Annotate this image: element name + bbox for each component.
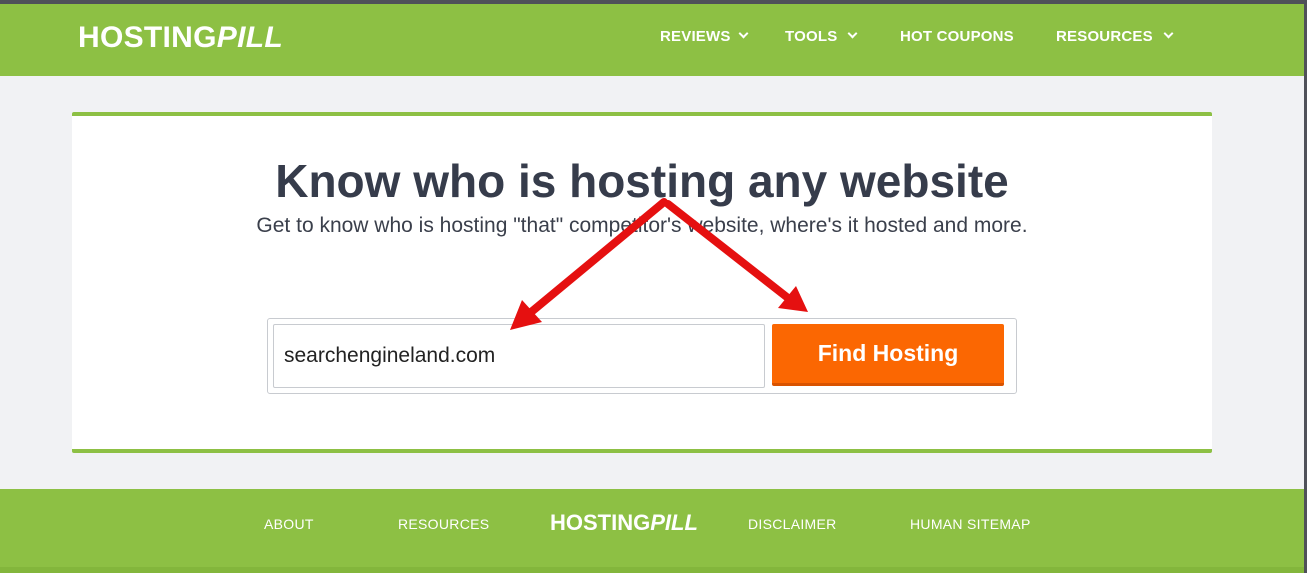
footer-bottom-strip <box>0 567 1304 573</box>
footer-link-human-sitemap[interactable]: HUMAN SITEMAP <box>910 516 1031 532</box>
logo-part-hosting: HOSTING <box>78 21 217 54</box>
nav-item-label: REVIEWS <box>660 28 731 45</box>
footer-link-about[interactable]: ABOUT <box>264 516 314 532</box>
nav-item-reviews[interactable]: REVIEWS <box>660 28 749 45</box>
footer-logo[interactable]: HOSTINGPILL <box>550 510 698 536</box>
nav-item-tools[interactable]: TOOLS <box>785 28 858 45</box>
footer-link-disclaimer[interactable]: DISCLAIMER <box>748 516 837 532</box>
page-subtitle: Get to know who is hosting "that" compet… <box>256 214 1028 237</box>
search-form: Find Hosting <box>267 318 1017 394</box>
logo-part-pill: PILL <box>650 510 698 535</box>
chevron-down-icon <box>738 28 749 39</box>
footer-link-resources[interactable]: RESOURCES <box>398 516 489 532</box>
site-footer: ABOUT RESOURCES HOSTINGPILL DISCLAIMER H… <box>0 489 1304 573</box>
nav-item-label: TOOLS <box>785 28 838 45</box>
hosting-lookup-card: Know who is hosting any website Get to k… <box>72 112 1212 453</box>
nav-item-label: HOT COUPONS <box>900 28 1014 45</box>
domain-input[interactable] <box>273 324 765 388</box>
site-header: HOSTINGPILL REVIEWS TOOLS HOT COUPONS RE… <box>0 4 1304 76</box>
site-logo[interactable]: HOSTINGPILL <box>78 21 283 55</box>
nav-item-resources[interactable]: RESOURCES <box>1056 28 1174 45</box>
chevron-down-icon <box>1163 28 1174 39</box>
find-hosting-button[interactable]: Find Hosting <box>772 324 1004 386</box>
nav-item-label: RESOURCES <box>1056 28 1153 45</box>
page-title: Know who is hosting any website <box>275 155 1009 207</box>
logo-part-hosting: HOSTING <box>550 510 651 535</box>
logo-part-pill: PILL <box>216 21 283 54</box>
nav-item-hot-coupons[interactable]: HOT COUPONS <box>900 28 1014 45</box>
chevron-down-icon <box>847 28 858 39</box>
